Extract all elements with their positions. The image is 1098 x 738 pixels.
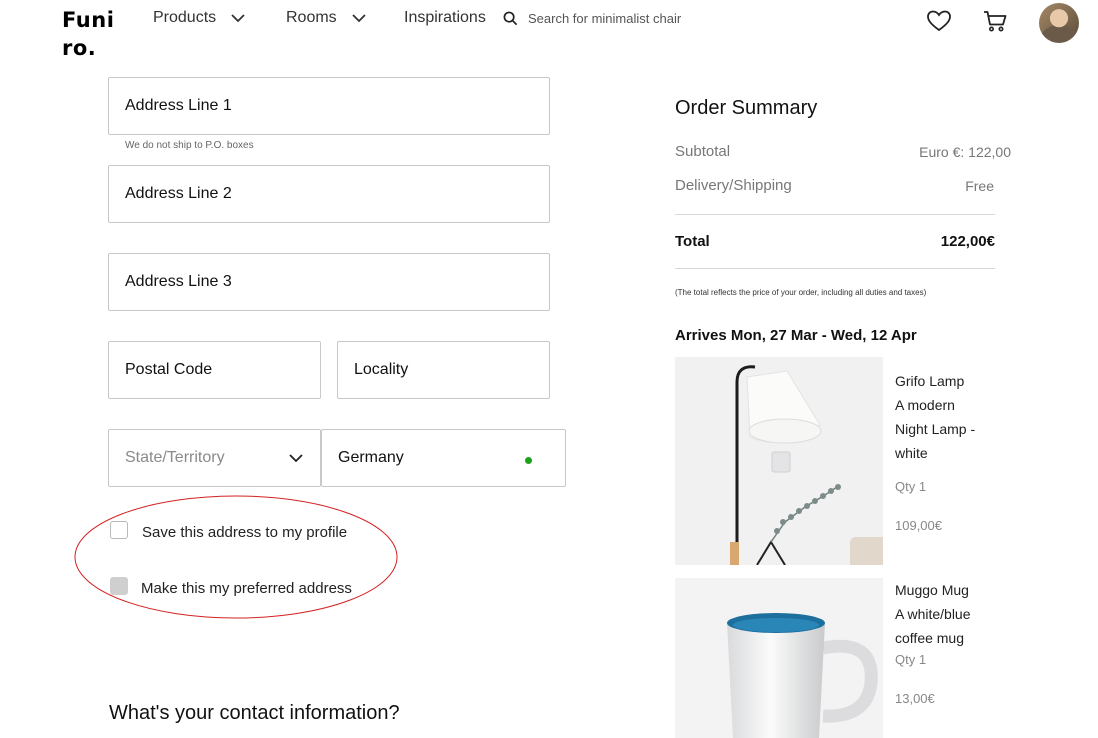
product-2-name: Muggo Mug [895, 582, 969, 598]
product-1-name: Grifo Lamp [895, 373, 965, 389]
locality-label: Locality [354, 361, 409, 378]
search-bar[interactable] [503, 11, 728, 26]
cart-icon[interactable] [982, 8, 1008, 34]
address-hint: We do not ship to P.O. boxes [125, 140, 254, 151]
annotation-circle [74, 495, 398, 619]
product-1-qty: Qty 1 [895, 479, 927, 494]
total-label: Total [675, 233, 710, 250]
product-image-lamp[interactable] [675, 357, 883, 565]
country-label: Germany [338, 449, 404, 466]
product-2-desc: coffee mug [895, 630, 965, 646]
divider [675, 268, 995, 269]
nav-rooms-label: Rooms [286, 9, 337, 26]
postal-code-label: Postal Code [125, 361, 213, 378]
address-line-3-field[interactable]: Address Line 3 [108, 253, 550, 311]
address-line-1-label: Address Line 1 [125, 97, 232, 114]
arrival-dates: Arrives Mon, 27 Mar - Wed, 12 Apr [675, 327, 917, 344]
address-line-3-label: Address Line 3 [125, 273, 232, 290]
product-2-price: 13,00€ [895, 691, 935, 706]
contact-heading: What's your contact information? [109, 702, 400, 724]
nav-products[interactable]: Products [153, 9, 246, 27]
subtotal-value: Euro €: 122,00 [919, 144, 1011, 160]
product-2-desc: A white/blue [895, 606, 971, 622]
lamp-illustration [675, 357, 883, 565]
product-image-mug[interactable] [675, 578, 883, 738]
brand-logo[interactable]: Funi ro. [62, 6, 122, 62]
shipping-label: Delivery/Shipping [675, 177, 792, 194]
chevron-down-icon [289, 454, 303, 463]
search-input[interactable] [528, 11, 728, 26]
state-territory-select[interactable]: State/Territory [108, 429, 321, 487]
product-1-desc: A modern [895, 397, 955, 413]
chevron-down-icon [352, 14, 366, 23]
nav-rooms[interactable]: Rooms [286, 9, 367, 27]
nav-inspirations-label: Inspirations [404, 9, 486, 26]
product-1-details: Grifo Lamp A modern Night Lamp - white [895, 369, 975, 465]
address-line-2-field[interactable]: Address Line 2 [108, 165, 550, 223]
product-1-desc: Night Lamp - [895, 421, 976, 437]
postal-code-field[interactable]: Postal Code [108, 341, 321, 399]
order-summary-title: Order Summary [675, 97, 818, 119]
country-field[interactable]: Germany [321, 429, 566, 487]
nav-inspirations[interactable]: Inspirations [404, 9, 486, 27]
shipping-value: Free [965, 178, 994, 194]
address-line-2-label: Address Line 2 [125, 185, 232, 202]
total-note: (The total reflects the price of your or… [675, 288, 927, 297]
state-territory-label: State/Territory [125, 449, 225, 466]
divider [675, 214, 995, 215]
product-1-price: 109,00€ [895, 518, 942, 533]
mug-illustration [675, 578, 883, 738]
product-2-details: Muggo Mug A white/blue coffee mug [895, 578, 971, 650]
product-2-qty: Qty 1 [895, 652, 927, 667]
heart-icon[interactable] [926, 8, 952, 34]
address-line-1-field[interactable]: Address Line 1 [108, 77, 550, 135]
status-dot [525, 457, 532, 464]
total-value: 122,00€ [940, 233, 995, 250]
locality-field[interactable]: Locality [337, 341, 550, 399]
nav-products-label: Products [153, 9, 217, 26]
logo-line-1: Funi [62, 8, 115, 32]
chevron-down-icon [231, 14, 245, 23]
avatar[interactable] [1039, 3, 1079, 43]
search-icon [503, 11, 518, 26]
subtotal-label: Subtotal [675, 143, 731, 160]
product-1-desc: white [895, 445, 928, 461]
logo-line-2: ro. [62, 36, 97, 60]
